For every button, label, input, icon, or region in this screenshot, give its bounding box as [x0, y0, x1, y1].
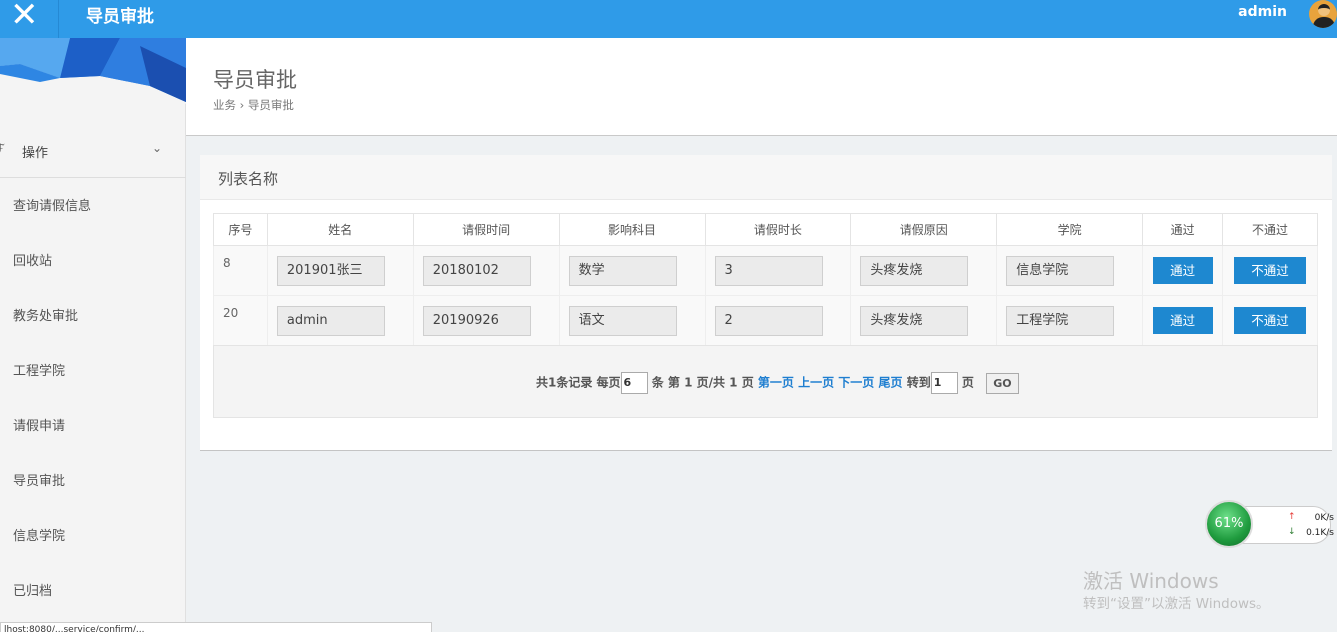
reason-field[interactable]: 头疼发烧 — [860, 305, 969, 336]
topbar-divider — [58, 0, 59, 38]
date-field[interactable]: 20180102 — [422, 255, 531, 286]
subject-field[interactable]: 语文 — [568, 305, 677, 336]
reject-button[interactable]: 不通过 — [1234, 257, 1307, 284]
reject-button[interactable]: 不通过 — [1234, 307, 1307, 334]
browser-status-bar: lhost:8080/...service/confirm/... — [0, 622, 432, 632]
pass-button[interactable]: 通过 — [1152, 257, 1213, 284]
last-page-link[interactable]: 尾页 — [879, 376, 903, 390]
cell-pass: 通过 — [1142, 245, 1224, 296]
date-field[interactable]: 20190926 — [422, 305, 531, 336]
page-info: 条 第 1 页/共 1 页 — [651, 375, 754, 390]
top-bar: ✕ 导员审批 admin — [0, 0, 1337, 38]
sidebar-item-engineering-college[interactable]: 工程学院 — [0, 344, 186, 399]
name-field[interactable]: 201901张三 — [276, 255, 385, 286]
sidebar-item-archived[interactable]: 已归档 — [0, 564, 186, 619]
list-card: 列表名称 序号 姓名 请假时间 影响科目 请假时长 请假原因 学院 通过 不通过… — [200, 155, 1332, 451]
col-header-duration: 请假时长 — [704, 213, 852, 246]
college-field[interactable]: 信息学院 — [1006, 255, 1115, 286]
per-page-input[interactable]: 6 — [620, 372, 648, 394]
col-header-subject: 影响科目 — [558, 213, 706, 246]
operations-icon: ℱ — [0, 142, 5, 158]
sidebar-item-info-college[interactable]: 信息学院 — [0, 509, 186, 564]
college-field[interactable]: 工程学院 — [1006, 305, 1115, 336]
cell-reject: 不通过 — [1222, 295, 1318, 346]
table-header-row: 序号 姓名 请假时间 影响科目 请假时长 请假原因 学院 通过 不通过 — [213, 213, 1318, 246]
cell-name: 201901张三 — [266, 245, 414, 296]
card-header: 列表名称 — [200, 155, 1332, 200]
goto-page-input[interactable]: 1 — [930, 372, 958, 394]
network-monitor-widget[interactable]: ↑ 0K/s ↓ 0.1K/s + 61% — [1205, 499, 1334, 549]
download-arrow-icon: ↓ — [1288, 527, 1296, 537]
record-count-label: 共1条记录 每页 — [536, 375, 621, 390]
table-row: 20 admin 20190926 语文 2 头疼发烧 工程学院 通过 不通过 — [213, 295, 1318, 346]
upload-arrow-icon: ↑ — [1288, 512, 1296, 522]
subject-field[interactable]: 数学 — [568, 255, 677, 286]
col-header-reason: 请假原因 — [850, 213, 998, 246]
cell-reject: 不通过 — [1222, 245, 1318, 296]
cell-date: 20190926 — [412, 295, 560, 346]
avatar-body — [1313, 17, 1335, 28]
cell-reason: 头疼发烧 — [850, 295, 998, 346]
sidebar-item-leave-request[interactable]: 请假申请 — [0, 399, 186, 454]
cell-duration: 3 — [704, 245, 852, 296]
table-row: 8 201901张三 20180102 数学 3 头疼发烧 信息学院 通过 不通… — [213, 245, 1318, 296]
cell-id: 20 — [213, 295, 268, 346]
page-title: 导员审批 — [213, 68, 297, 92]
sidebar-group-label: 操作 — [22, 146, 49, 161]
page-header: 导员审批 业务 › 导员审批 — [186, 38, 1337, 136]
close-icon[interactable]: ✕ — [10, 0, 40, 32]
goto-label: 转到 — [906, 375, 931, 390]
page-suffix: 页 — [961, 375, 974, 390]
cell-subject: 数学 — [558, 245, 706, 296]
duration-field[interactable]: 2 — [714, 305, 823, 336]
col-header-pass: 通过 — [1142, 213, 1224, 246]
sidebar-item-counselor-approval[interactable]: 导员审批 — [0, 454, 186, 509]
avatar[interactable] — [1309, 0, 1337, 28]
sidebar-group-operations[interactable]: ℱ 操作 ⌄ — [0, 128, 186, 178]
col-header-college: 学院 — [996, 213, 1144, 246]
cell-duration: 2 — [704, 295, 852, 346]
sidebar-item-recycle-bin[interactable]: 回收站 — [0, 234, 186, 289]
approval-table: 序号 姓名 请假时间 影响科目 请假时长 请假原因 学院 通过 不通过 8 20… — [213, 213, 1318, 346]
reason-field[interactable]: 头疼发烧 — [860, 255, 969, 286]
sidebar: ℱ 操作 ⌄ 查询请假信息 回收站 教务处审批 工程学院 请假申请 导员审批 信… — [0, 38, 186, 632]
pagination-row: 共1条记录 每页 6 条 第 1 页/共 1 页 第一页 上一页 下一页 尾页 转… — [213, 345, 1318, 418]
first-page-link[interactable]: 第一页 — [758, 376, 794, 390]
cell-reason: 头疼发烧 — [850, 245, 998, 296]
activation-watermark-title: 激活 Windows — [1083, 569, 1219, 593]
card-title: 列表名称 — [218, 170, 279, 188]
cell-pass: 通过 — [1142, 295, 1224, 346]
activation-watermark-subtitle: 转到“设置”以激活 Windows。 — [1083, 596, 1270, 612]
go-button[interactable]: GO — [985, 372, 1019, 394]
col-header-id: 序号 — [213, 213, 268, 246]
breadcrumb: 业务 › 导员审批 — [213, 98, 294, 112]
col-header-reject: 不通过 — [1222, 213, 1318, 246]
cell-id: 8 — [213, 245, 268, 296]
app-title: 导员审批 — [86, 7, 154, 27]
sidebar-item-academic-approval[interactable]: 教务处审批 — [0, 289, 186, 344]
sidebar-item-query-leave[interactable]: 查询请假信息 — [0, 179, 186, 234]
col-header-name: 姓名 — [266, 213, 414, 246]
user-name[interactable]: admin — [1238, 4, 1287, 20]
chevron-down-icon: ⌄ — [152, 141, 163, 155]
next-page-link[interactable]: 下一页 — [838, 376, 874, 390]
col-header-date: 请假时间 — [412, 213, 560, 246]
cell-subject: 语文 — [558, 295, 706, 346]
banner-graphic — [0, 38, 186, 104]
pass-button[interactable]: 通过 — [1152, 307, 1213, 334]
cell-name: admin — [266, 295, 414, 346]
download-speed: 0.1K/s — [1306, 528, 1334, 538]
cell-college: 工程学院 — [996, 295, 1144, 346]
duration-field[interactable]: 3 — [714, 255, 823, 286]
upload-speed: 0K/s — [1314, 513, 1334, 523]
name-field[interactable]: admin — [276, 305, 385, 336]
pagination: 共1条记录 每页 6 条 第 1 页/共 1 页 第一页 上一页 下一页 尾页 转… — [536, 372, 1019, 394]
sidebar-banner — [0, 38, 186, 104]
avatar-head — [1318, 4, 1330, 16]
prev-page-link[interactable]: 上一页 — [798, 376, 834, 390]
cell-college: 信息学院 — [996, 245, 1144, 296]
cell-date: 20180102 — [412, 245, 560, 296]
memory-usage-ball[interactable]: 61% — [1205, 500, 1253, 548]
